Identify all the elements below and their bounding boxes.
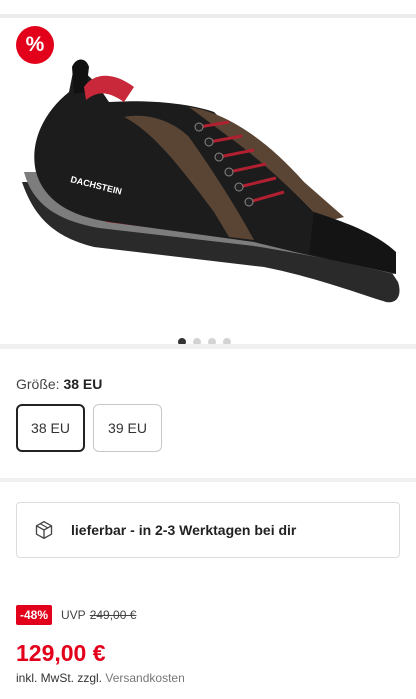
size-option-38[interactable]: 38 EU (16, 404, 85, 452)
size-option-label: 39 EU (108, 420, 147, 436)
delivery-text: lieferbar - in 2-3 Werktagen bei dir (71, 522, 297, 538)
sale-badge: % (16, 26, 54, 64)
delivery-info-box: lieferbar - in 2-3 Werktagen bei dir (16, 502, 400, 558)
uvp-label: UVP (61, 608, 86, 622)
size-label-text: Größe: (16, 376, 60, 392)
shipping-costs-link[interactable]: Versandkosten (105, 671, 184, 685)
size-label: Größe: 38 EU (16, 376, 102, 392)
selected-size-value: 38 EU (63, 376, 103, 392)
tax-text: inkl. MwSt. zzgl. (16, 671, 103, 685)
price-info-row: -48% UVP 249,00 € (16, 605, 136, 625)
discount-badge: -48% (16, 605, 53, 625)
section-divider (0, 344, 416, 349)
package-icon (35, 520, 53, 540)
size-option-39[interactable]: 39 EU (93, 404, 162, 452)
section-divider (0, 478, 416, 482)
product-image-gallery[interactable]: DACHSTEIN % (0, 18, 416, 346)
tax-info: inkl. MwSt. zzgl. Versandkosten (16, 671, 185, 685)
current-price: 129,00 € (16, 640, 106, 666)
sale-badge-label: % (25, 33, 45, 56)
uvp-price: 249,00 € (89, 608, 137, 622)
product-image[interactable]: DACHSTEIN (14, 32, 404, 328)
size-option-label: 38 EU (31, 420, 70, 436)
